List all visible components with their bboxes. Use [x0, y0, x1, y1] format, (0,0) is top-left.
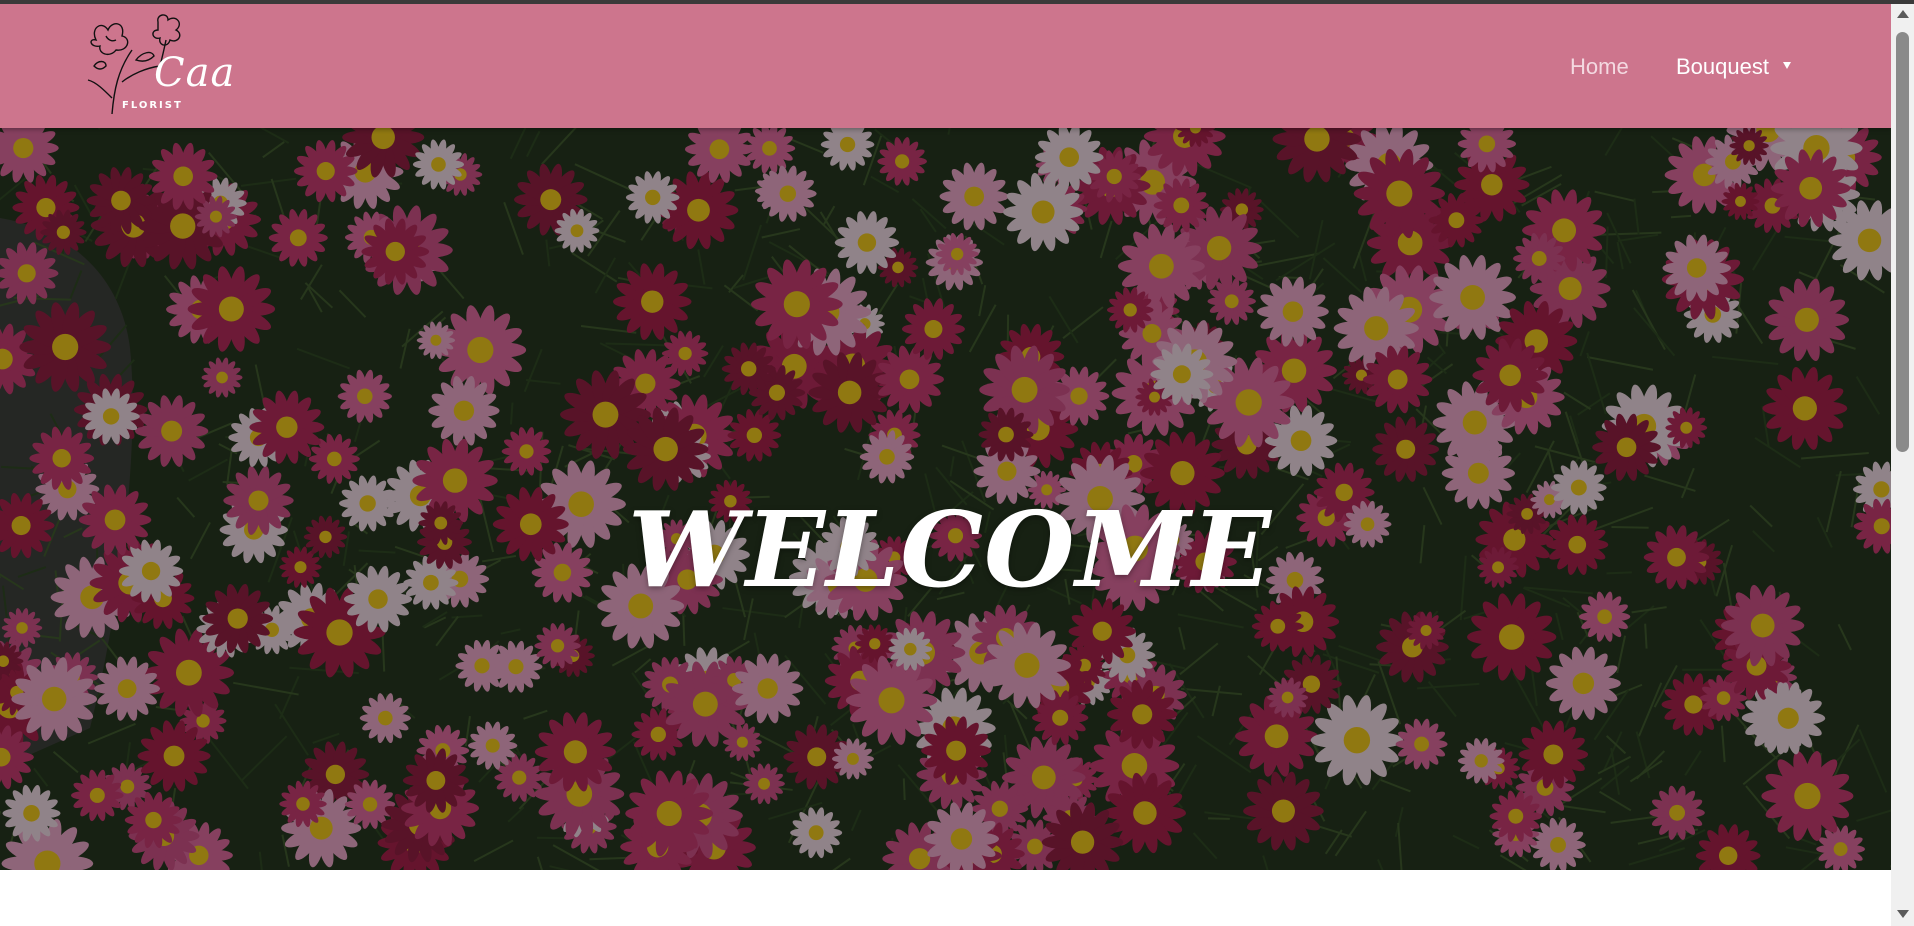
hero-banner: WELCOME — [0, 128, 1891, 870]
nav-home-link[interactable]: Home — [1570, 54, 1629, 80]
scroll-thumb[interactable] — [1896, 32, 1909, 452]
browser-viewport: Caa FLORIST Home Bouquest WELCOME — [0, 4, 1891, 926]
brand-tagline: FLORIST — [122, 100, 183, 111]
hero-title: WELCOME — [628, 487, 1272, 611]
caret-down-icon[interactable] — [1783, 62, 1791, 69]
brand-name: Caa — [154, 50, 236, 96]
navbar: Caa FLORIST Home Bouquest — [0, 4, 1891, 128]
brand-logo[interactable]: Caa FLORIST — [76, 10, 246, 118]
nav-bouquet-dropdown[interactable]: Bouquest — [1676, 54, 1769, 80]
page-content — [0, 870, 1891, 926]
scroll-down-arrow-icon[interactable] — [1897, 910, 1909, 918]
scrollbar[interactable] — [1891, 4, 1914, 926]
scroll-up-arrow-icon[interactable] — [1897, 10, 1909, 18]
